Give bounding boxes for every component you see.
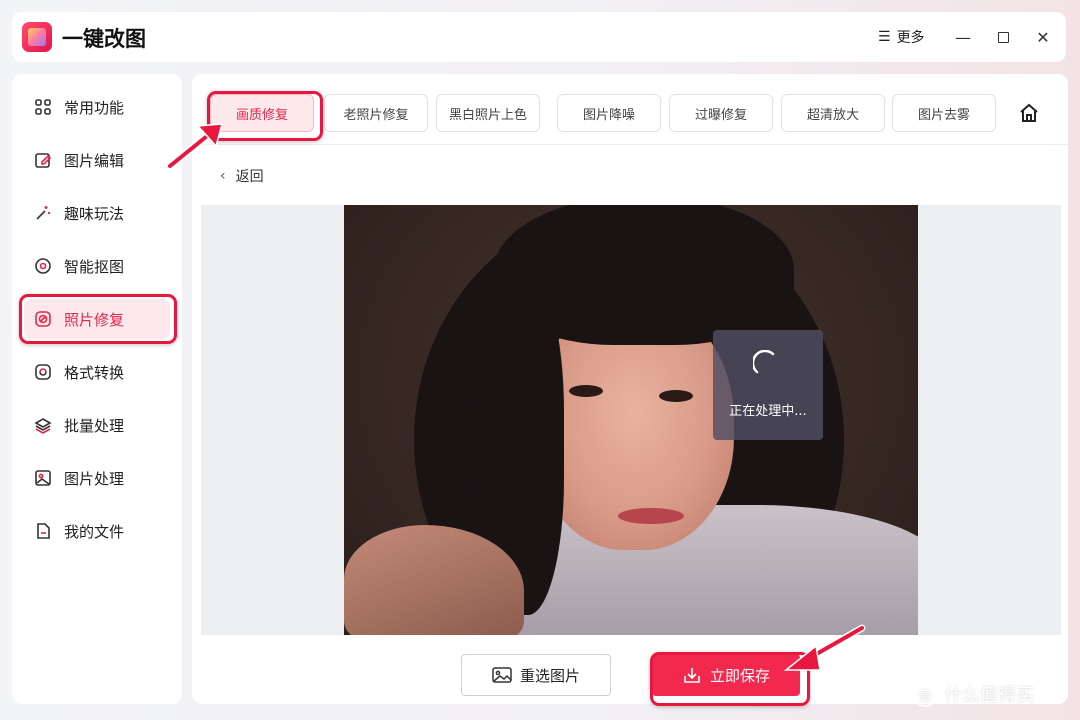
watermark: 值 什么值得买: [912, 681, 1034, 707]
grid-icon: [34, 98, 52, 116]
close-icon[interactable]: ✕: [1031, 25, 1055, 49]
sidebar-item-format[interactable]: 格式转换: [24, 352, 170, 392]
preview-area: 正在处理中...: [201, 205, 1061, 635]
sidebar-item-my-files[interactable]: 我的文件: [24, 511, 170, 551]
back-label: 返回: [235, 169, 264, 185]
reselect-image-button[interactable]: 重选图片: [461, 654, 611, 696]
menu-icon: ☰: [878, 29, 891, 45]
image-icon: [492, 666, 512, 684]
processing-text: 正在处理中...: [729, 404, 807, 419]
sidebar-item-label: 批量处理: [64, 416, 125, 435]
convert-icon: [34, 363, 52, 381]
sidebar-item-label: 趣味玩法: [64, 204, 125, 223]
sidebar-item-common[interactable]: 常用功能: [24, 87, 170, 127]
tabs-divider: [192, 144, 1068, 145]
tab-old-photo-repair[interactable]: 老照片修复: [324, 94, 428, 132]
annotation-arrow-save: [783, 624, 866, 671]
reselect-label: 重选图片: [519, 666, 580, 685]
sidebar-item-label: 图片编辑: [64, 151, 125, 170]
magic-wand-icon: [34, 204, 52, 222]
sidebar-item-label: 格式转换: [64, 363, 125, 382]
more-label: 更多: [896, 30, 925, 46]
tab-denoise[interactable]: 图片降噪: [557, 94, 661, 132]
watermark-text: 什么值得买: [944, 685, 1034, 706]
target-icon: [34, 257, 52, 275]
spinner-icon: [753, 350, 775, 374]
loading-overlay: 正在处理中...: [713, 330, 823, 440]
app-logo-icon: [22, 22, 52, 52]
sidebar-item-image-process[interactable]: 图片处理: [24, 458, 170, 498]
annotation-highlight-sidebar: [19, 294, 177, 344]
edit-icon: [34, 151, 52, 169]
preview-image: 正在处理中...: [344, 205, 918, 635]
file-icon: [34, 522, 52, 540]
sidebar-item-cutout[interactable]: 智能抠图: [24, 246, 170, 286]
tab-upscale[interactable]: 超清放大: [781, 94, 885, 132]
watermark-logo-icon: 值: [912, 681, 938, 707]
sidebar: 常用功能 图片编辑 趣味玩法 智能抠图 照片修复 格式转换 批量处理 图片处理 …: [12, 74, 182, 704]
sidebar-item-label: 我的文件: [64, 522, 125, 541]
app-title: 一键改图: [62, 27, 146, 51]
tab-dehaze[interactable]: 图片去雾: [892, 94, 996, 132]
sidebar-item-batch[interactable]: 批量处理: [24, 405, 170, 445]
minimize-icon[interactable]: —: [951, 25, 975, 49]
sidebar-item-edit[interactable]: 图片编辑: [24, 140, 170, 180]
layers-icon: [34, 416, 52, 434]
sidebar-item-label: 图片处理: [64, 469, 125, 488]
title-bar: 一键改图 ☰ 更多 — ✕: [12, 12, 1066, 62]
tab-overexposure-repair[interactable]: 过曝修复: [669, 94, 773, 132]
sidebar-item-label: 智能抠图: [64, 257, 125, 276]
sidebar-item-label: 常用功能: [64, 98, 125, 117]
more-button[interactable]: ☰ 更多: [878, 27, 925, 47]
tab-colorize[interactable]: 黑白照片上色: [436, 94, 540, 132]
main-panel: 画质修复 老照片修复 黑白照片上色 图片降噪 过曝修复 超清放大 图片去雾 ‹ …: [192, 74, 1068, 704]
maximize-icon[interactable]: [991, 25, 1015, 49]
annotation-arrow-tab: [166, 123, 224, 170]
home-icon[interactable]: [1018, 102, 1040, 124]
image-icon: [34, 469, 52, 487]
sidebar-item-fun[interactable]: 趣味玩法: [24, 193, 170, 233]
